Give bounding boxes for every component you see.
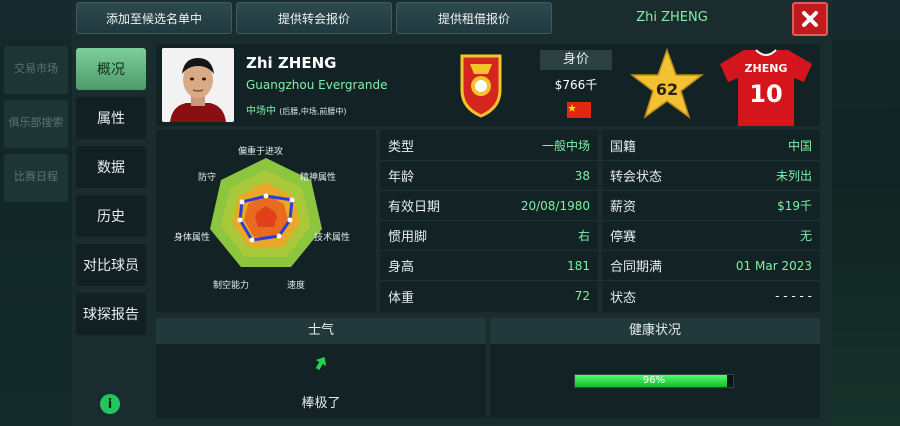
tab-data[interactable]: 数据: [76, 146, 146, 188]
info-label: 身高: [388, 260, 415, 275]
attribute-radar-chart: [210, 158, 322, 267]
info-label: 类型: [388, 140, 415, 155]
shirt-icon: ZHENG 10: [718, 46, 814, 126]
info-row: 年龄 38: [380, 161, 598, 191]
info-label: 转会状态: [610, 170, 663, 185]
player-profile-modal: 添加至候选名单中 提供转会报价 提供租借报价 Zhi ZHENG 概况 属性 数…: [72, 0, 832, 426]
add-to-shortlist-button[interactable]: 添加至候选名单中: [76, 2, 232, 34]
value-amount: $766千: [554, 78, 598, 92]
morale-panel: 士气 棒极了: [156, 318, 486, 418]
morale-up-arrow-icon: [315, 356, 327, 370]
player-value: 身价 $766千: [540, 50, 612, 118]
info-row: 转会状态 未列出: [602, 161, 820, 191]
info-label: 薪资: [610, 200, 637, 215]
form-value: - - - - -: [775, 289, 812, 303]
radar-label-mental: 精神属性: [300, 173, 337, 183]
radar-label-speed: 速度: [287, 281, 306, 291]
info-icon[interactable]: i: [100, 394, 120, 414]
tab-overview[interactable]: 概况: [76, 48, 146, 90]
info-value: 无: [799, 229, 812, 243]
background-menu-item: 比赛日程: [4, 154, 68, 202]
transfer-offer-button[interactable]: 提供转会报价: [236, 2, 392, 34]
info-value: 右: [577, 229, 590, 243]
info-label: 状态: [610, 290, 637, 306]
club-crest-icon: [460, 54, 502, 118]
info-label: 合同期满: [610, 260, 663, 275]
health-title: 健康状况: [490, 318, 820, 344]
info-value: $19千: [777, 199, 812, 213]
info-row: 体重 72: [380, 281, 598, 311]
modal-title: Zhi ZHENG: [636, 10, 708, 25]
info-value: 72: [574, 289, 590, 303]
player-header: Zhi ZHENG Guangzhou Evergrande 中场中 (后腰,中…: [156, 44, 820, 126]
radar-label-physical: 身体属性: [174, 233, 211, 243]
player-info-panel: 类型 一般中场 年龄 38 有效日期 20/08/1980 惯用脚 右 身高 181 体重…: [380, 130, 598, 312]
position-detail: (后腰,中场,前腰中): [279, 107, 347, 116]
info-row: 惯用脚 右: [380, 221, 598, 251]
info-label: 国籍: [610, 140, 637, 155]
close-icon: [802, 11, 818, 27]
morale-title: 士气: [156, 318, 486, 344]
radar-label-technical: 技术属性: [314, 233, 351, 243]
value-label: 身价: [540, 50, 612, 70]
radar-label-attack: 偏重于进攻: [238, 147, 284, 157]
china-flag-icon: [567, 102, 591, 118]
info-value: 20/08/1980: [520, 198, 590, 213]
info-row: 有效日期 20/08/1980: [380, 191, 598, 221]
info-value: 38: [574, 168, 590, 183]
background-right-panel: [830, 40, 900, 426]
info-row: 类型 一般中场: [380, 131, 598, 161]
background-menu-item: 俱乐部搜索: [4, 100, 68, 148]
contract-info-panel: 国籍 中国 转会状态 未列出 薪资 $19千 停赛无 合同期满 01 Mar 2023 …: [602, 130, 820, 312]
info-value: 未列出: [775, 169, 812, 183]
close-button[interactable]: [792, 2, 828, 36]
player-club-link[interactable]: Guangzhou Evergrande: [246, 78, 387, 92]
player-photo: [162, 48, 234, 122]
info-row: 身高 181: [380, 251, 598, 281]
info-value: 一般中场: [541, 139, 590, 153]
player-position: 中场中 (后腰,中场,前腰中): [246, 102, 347, 117]
tab-compare-players[interactable]: 对比球员: [76, 244, 146, 286]
morale-value: 棒极了: [301, 396, 341, 411]
info-row: 薪资 $19千: [602, 191, 820, 221]
health-percent: 96%: [642, 375, 666, 386]
tab-history[interactable]: 历史: [76, 195, 146, 237]
info-label: 体重: [388, 290, 415, 306]
health-panel: 健康状况 96%: [490, 318, 820, 418]
radar-label-defense: 防守: [198, 173, 217, 183]
info-row: 合同期满 01 Mar 2023: [602, 251, 820, 281]
player-rating: 62: [655, 80, 679, 99]
tab-attributes[interactable]: 属性: [76, 97, 146, 139]
position-main: 中场中: [246, 106, 276, 117]
loan-offer-button[interactable]: 提供租借报价: [396, 2, 552, 34]
info-label: 停赛: [610, 230, 637, 245]
info-value: 01 Mar 2023: [735, 258, 812, 273]
shirt-name: ZHENG: [744, 62, 788, 75]
info-row: 国籍 中国: [602, 131, 820, 161]
tab-scout-report[interactable]: 球探报告: [76, 293, 146, 335]
info-row: 停赛 无: [602, 221, 820, 251]
radar-label-aerial: 制空能力: [213, 281, 250, 291]
info-value: 181: [567, 258, 590, 273]
info-value: 中国: [787, 139, 812, 153]
attribute-radar-panel: 偏重于进攻 精神属性 技术属性 速度 制空能力 身体属性 防守: [156, 130, 376, 312]
rating-star-icon: 62: [629, 47, 705, 120]
info-row: 状态 - - - - -: [602, 281, 820, 311]
shirt-number: 10: [749, 80, 783, 108]
info-label: 有效日期: [388, 200, 441, 215]
player-name: Zhi ZHENG: [246, 54, 337, 72]
info-label: 年龄: [388, 170, 415, 185]
background-menu-item: 交易市场: [4, 46, 68, 94]
background-left-menu: 交易市场 俱乐部搜索 比赛日程: [0, 40, 72, 426]
info-label: 惯用脚: [388, 230, 428, 245]
